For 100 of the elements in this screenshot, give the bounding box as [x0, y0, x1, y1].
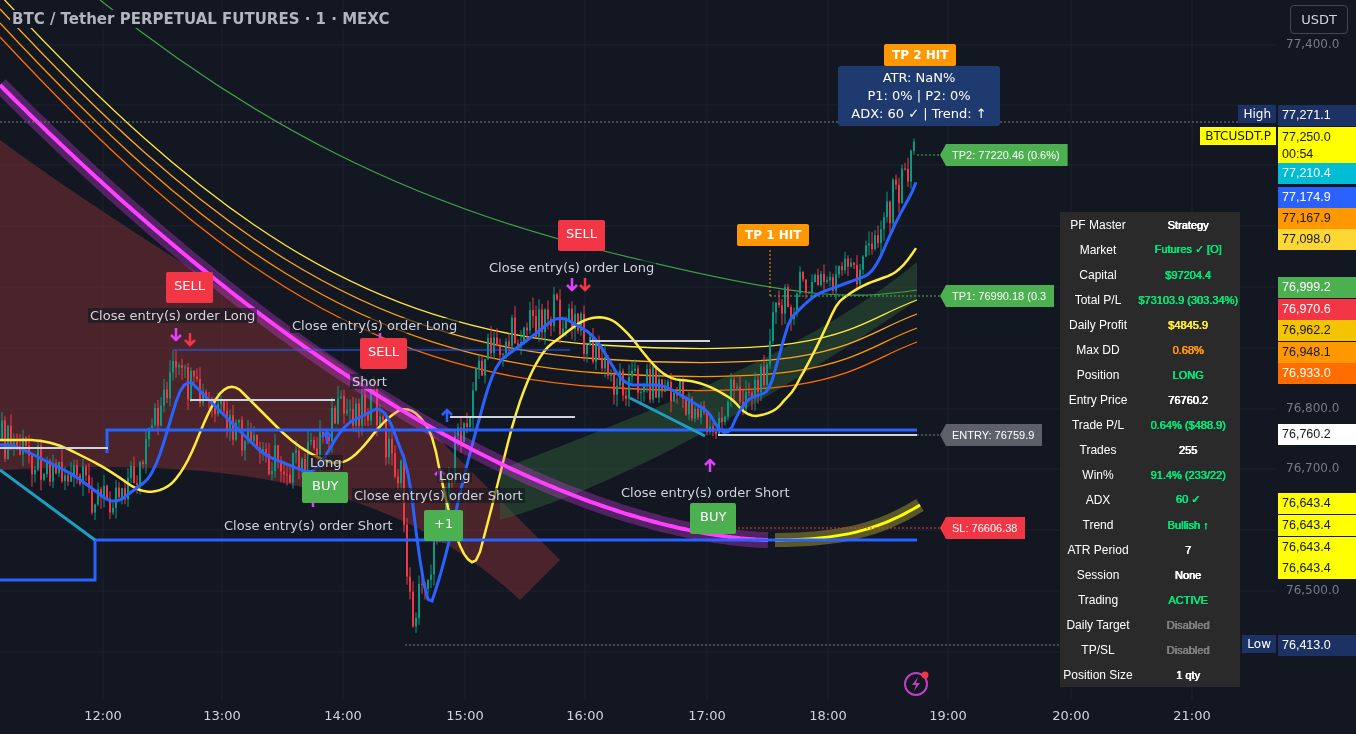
- price-badge: 76,643.4: [1278, 537, 1356, 558]
- stat-label: Total P/L: [1073, 291, 1123, 309]
- stat-value: $73103.9 (303.34%): [1137, 292, 1239, 308]
- stat-value: 0.64% ($488.9): [1149, 417, 1227, 433]
- order-note: Long: [308, 455, 344, 470]
- price-line-tag: TP1: 76990.18 (0.3: [940, 285, 1055, 307]
- buy-marker: BUY: [302, 472, 349, 503]
- stat-label: Trend: [1081, 516, 1115, 534]
- price-tick: 76,500.0: [1286, 583, 1340, 597]
- time-tick: 15:00: [446, 708, 484, 723]
- order-note: Close entry(s) order Short: [619, 485, 792, 500]
- price-badge: 76,933.0: [1278, 363, 1356, 384]
- price-badge: 76,643.4: [1278, 515, 1356, 536]
- stat-value: $97204.4: [1164, 267, 1212, 283]
- price-badge: 77,210.4: [1278, 163, 1356, 184]
- stat-value: 0.68%: [1171, 342, 1205, 358]
- price-badge: 76,413.0: [1278, 635, 1356, 656]
- time-tick: 17:00: [688, 708, 726, 723]
- stat-value: 60 ✓: [1174, 492, 1202, 507]
- stat-label: Win%: [1081, 466, 1115, 484]
- stat-value: 7: [1183, 542, 1193, 558]
- dotted-leader-line: [916, 434, 941, 436]
- price-badge: 76,962.2: [1278, 320, 1356, 341]
- sell-marker: SELL: [558, 220, 605, 251]
- stat-label: Trade P/L: [1070, 416, 1126, 434]
- sell-marker: SELL: [166, 272, 213, 303]
- currency-button[interactable]: USDT: [1290, 5, 1348, 34]
- stat-label: Position Size: [1062, 666, 1134, 684]
- buy-marker: BUY: [690, 503, 737, 534]
- price-badge-tag: Low: [1242, 635, 1276, 653]
- time-tick: 20:00: [1052, 708, 1090, 723]
- stat-value: 255: [1177, 442, 1199, 458]
- order-note: Close entry(s) order Short: [352, 488, 525, 503]
- countdown-text: 00:54: [1282, 146, 1315, 163]
- price-tick: 76,700.0: [1286, 461, 1340, 475]
- price-badge-tag: High: [1238, 105, 1276, 123]
- price-badge: 77,250.0 00:54: [1278, 127, 1356, 165]
- tp-hit-marker: TP 1 HIT: [737, 224, 810, 246]
- price-badge: 76,970.6: [1278, 299, 1356, 320]
- stat-value: Disabled: [1165, 617, 1211, 633]
- dotted-leader-line: [916, 154, 941, 156]
- time-tick: 13:00: [203, 708, 241, 723]
- stat-label: ATR Period: [1066, 541, 1130, 559]
- stat-label: PF Master: [1069, 216, 1127, 234]
- order-note: Short: [350, 374, 389, 389]
- stat-label: Capital: [1078, 266, 1118, 284]
- stat-label: TP/SL: [1080, 641, 1116, 659]
- buy-marker: +1: [424, 510, 464, 541]
- stat-label: Daily Profit: [1068, 316, 1128, 334]
- order-note: Close entry(s) order Short: [222, 518, 395, 533]
- stat-value: None: [1173, 567, 1203, 583]
- info-line: ADX: 60 ✓ | Trend: ↑: [850, 105, 988, 123]
- price-badge-tag: BTCUSDT.P: [1200, 127, 1276, 145]
- stat-label: Session: [1075, 566, 1121, 584]
- info-line: ATR: NaN%: [881, 69, 957, 87]
- lightning-alert-icon[interactable]: [904, 670, 930, 696]
- stat-value: ACTIVE: [1167, 592, 1209, 608]
- price-badge: 76,760.2: [1278, 424, 1356, 445]
- order-note: Close entry(s) order Long: [88, 308, 258, 323]
- stat-value: LONG: [1171, 367, 1205, 383]
- stat-label: Trades: [1078, 441, 1118, 459]
- order-note: Close entry(s) order Long: [290, 318, 460, 333]
- stat-value: Disabled: [1165, 642, 1211, 658]
- stat-label: Position: [1075, 366, 1121, 384]
- stat-value: $4845.9: [1167, 317, 1209, 333]
- stat-label: Max DD: [1075, 341, 1121, 359]
- sell-marker: SELL: [360, 338, 407, 369]
- stat-label: Entry Price: [1067, 391, 1129, 409]
- tp-hit-marker: TP 2 HIT: [884, 44, 957, 66]
- down-arrow-icon: [183, 331, 197, 347]
- price-tick: 77,400.0: [1286, 37, 1340, 51]
- down-arrow-icon: [565, 276, 579, 292]
- time-tick: 12:00: [84, 708, 122, 723]
- price-badge: 77,271.1: [1278, 105, 1356, 126]
- order-note: Long: [437, 468, 473, 483]
- stat-label: Trading: [1076, 591, 1120, 609]
- stat-value: 91.4% (233/22): [1149, 467, 1227, 483]
- chart-title: BTC / Tether PERPETUAL FUTURES · 1 · MEXC: [10, 10, 392, 28]
- stat-value: 1 qty: [1175, 667, 1201, 683]
- price-line-tag: ENTRY: 76759.9: [940, 424, 1043, 446]
- time-tick: 16:00: [566, 708, 604, 723]
- price-badge: 77,174.9: [1278, 187, 1356, 208]
- time-tick: 18:00: [809, 708, 847, 723]
- stat-value: Futures ✓ [O]: [1153, 242, 1223, 257]
- stat-value: Strategy: [1166, 217, 1210, 233]
- stat-label: Market: [1078, 241, 1118, 259]
- stat-value: 76760.2: [1167, 392, 1209, 408]
- price-badge: 76,643.4: [1278, 493, 1356, 514]
- time-tick: 19:00: [929, 708, 967, 723]
- price-line-tag: SL: 76606.38: [940, 517, 1026, 539]
- price-badge: 76,643.4: [1278, 558, 1356, 579]
- stat-label: ADX: [1084, 491, 1112, 509]
- time-tick: 21:00: [1173, 708, 1211, 723]
- price-badge: 76,948.1: [1278, 342, 1356, 363]
- price-badge: 77,167.9: [1278, 208, 1356, 229]
- order-note: Close entry(s) order Long: [487, 260, 657, 275]
- stat-label: Daily Target: [1065, 616, 1131, 634]
- down-arrow-icon: [578, 276, 592, 292]
- price-badge: 77,098.0: [1278, 229, 1356, 250]
- time-tick: 14:00: [324, 708, 362, 723]
